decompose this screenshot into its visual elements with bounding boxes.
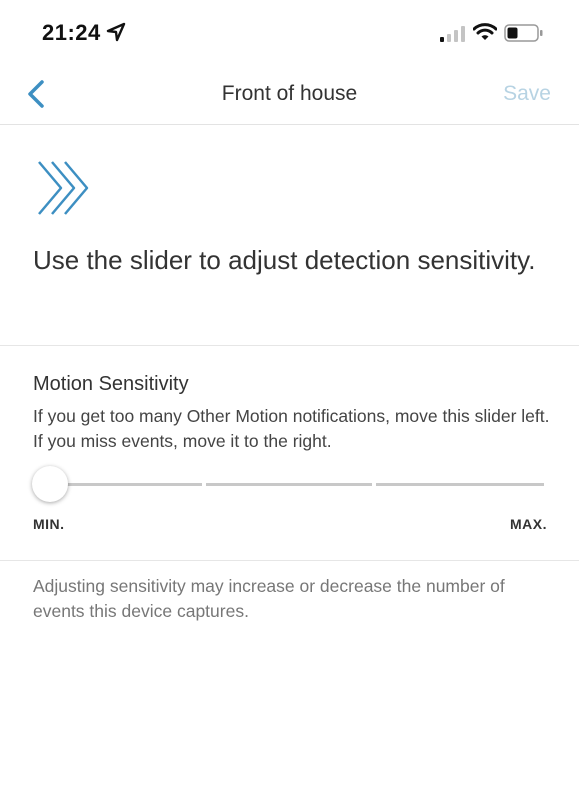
status-bar: 21:24 — [0, 0, 579, 64]
sensitivity-slider[interactable] — [32, 466, 546, 506]
slider-thumb[interactable] — [32, 466, 68, 502]
slider-track-segment — [376, 483, 544, 486]
wifi-icon — [473, 23, 497, 40]
instruction-heading: Use the slider to adjust detection sensi… — [33, 245, 536, 275]
motion-sensitivity-title: Motion Sensitivity — [33, 373, 189, 395]
sensitivity-footnote: Adjusting sensitivity may increase or de… — [33, 576, 505, 621]
status-time: 21:24 — [42, 20, 101, 45]
motion-sensitivity-section: Motion Sensitivity If you get too many O… — [0, 346, 579, 561]
slider-track-segment — [206, 483, 372, 486]
motion-chevrons-icon — [38, 161, 89, 215]
cellular-signal-icon — [440, 26, 465, 42]
location-arrow-icon — [106, 22, 126, 42]
page-title: Front of house — [221, 82, 358, 105]
save-button[interactable]: Save — [503, 82, 551, 106]
slider-max-label: MAX. — [510, 516, 547, 532]
motion-sensitivity-description: If you get too many Other Motion notific… — [33, 406, 550, 451]
hero-section: Use the slider to adjust detection sensi… — [0, 125, 579, 346]
slider-track-segment — [50, 483, 202, 486]
navigation-bar: Front of house Save — [0, 64, 579, 125]
battery-icon — [504, 24, 543, 42]
slider-min-label: MIN. — [33, 516, 65, 532]
